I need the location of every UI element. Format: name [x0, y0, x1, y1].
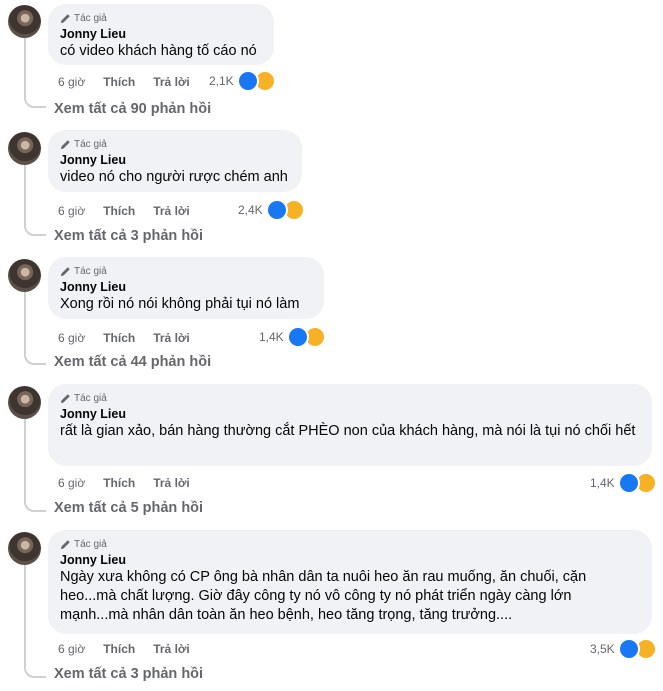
- reaction-summary[interactable]: 3,5K: [590, 638, 657, 660]
- timestamp[interactable]: 6 giờ: [58, 331, 85, 345]
- like-reaction-icon: [617, 472, 640, 494]
- reaction-summary[interactable]: 2,4K: [238, 199, 305, 221]
- thread-line: [24, 164, 26, 224]
- avatar[interactable]: [8, 532, 41, 565]
- thread-elbow: [24, 353, 46, 365]
- comment-bubble: Tác giả Jonny Lieu Ngày xưa không có CP …: [48, 530, 652, 634]
- comment-bubble: Tác giả Jonny Lieu video nó cho người rư…: [48, 130, 302, 192]
- reply-button[interactable]: Trả lời: [153, 331, 190, 345]
- avatar[interactable]: [8, 132, 41, 165]
- reply-button[interactable]: Trả lời: [153, 642, 190, 656]
- avatar[interactable]: [8, 5, 41, 38]
- timestamp[interactable]: 6 giờ: [58, 75, 85, 89]
- timestamp[interactable]: 6 giờ: [58, 642, 85, 656]
- pencil-icon: [60, 266, 70, 276]
- pencil-icon: [60, 13, 70, 23]
- author-badge: Tác giả: [60, 537, 640, 551]
- avatar[interactable]: [8, 259, 41, 292]
- thread-elbow: [24, 500, 46, 512]
- pencil-icon: [60, 539, 70, 549]
- comment-actions: 6 giờ Thích Trả lời: [58, 476, 208, 490]
- see-all-replies-link[interactable]: Xem tất cả 44 phản hồi: [54, 354, 211, 370]
- author-name[interactable]: Jonny Lieu: [60, 406, 640, 422]
- reaction-count: 1,4K: [259, 330, 284, 344]
- see-all-replies-link[interactable]: Xem tất cả 3 phản hồi: [54, 228, 203, 244]
- thread-line: [24, 564, 26, 668]
- see-all-replies-link[interactable]: Xem tất cả 5 phản hồi: [54, 500, 203, 516]
- thread-elbow: [24, 96, 46, 108]
- author-name[interactable]: Jonny Lieu: [60, 26, 262, 42]
- comment-text: Ngày xưa không có CP ông bà nhân dân ta …: [60, 569, 587, 623]
- comment-text: Xong rồi nó nói không phải tụi nó làm: [60, 296, 300, 312]
- like-button[interactable]: Thích: [103, 642, 135, 656]
- comment-text: video nó cho người rược chém anh: [60, 169, 288, 185]
- reaction-count: 2,4K: [238, 203, 263, 217]
- comment-bubble: Tác giả Jonny Lieu có video khách hàng t…: [48, 4, 274, 65]
- comment-actions: 6 giờ Thích Trả lời: [58, 75, 208, 89]
- author-badge-label: Tác giả: [74, 12, 107, 24]
- thread-elbow: [24, 224, 46, 236]
- pencil-icon: [60, 393, 70, 403]
- reaction-summary[interactable]: 1,4K: [590, 472, 657, 494]
- author-badge: Tác giả: [60, 137, 290, 151]
- comment-actions: 6 giờ Thích Trả lời: [58, 331, 208, 345]
- reaction-count: 1,4K: [590, 476, 615, 490]
- reaction-summary[interactable]: 2,1K: [209, 70, 276, 92]
- author-name[interactable]: Jonny Lieu: [60, 279, 312, 295]
- avatar[interactable]: [8, 386, 41, 419]
- comment-bubble: Tác giả Jonny Lieu rất là gian xảo, bán …: [48, 384, 652, 466]
- reaction-summary[interactable]: 1,4K: [259, 326, 326, 348]
- pencil-icon: [60, 139, 70, 149]
- timestamp[interactable]: 6 giờ: [58, 204, 85, 218]
- like-button[interactable]: Thích: [103, 476, 135, 490]
- comment-actions: 6 giờ Thích Trả lời: [58, 642, 208, 656]
- like-button[interactable]: Thích: [103, 204, 135, 218]
- author-badge-label: Tác giả: [74, 392, 107, 404]
- thread-elbow: [24, 666, 46, 678]
- author-badge: Tác giả: [60, 391, 640, 405]
- like-reaction-icon: [265, 199, 288, 221]
- like-reaction-icon: [617, 638, 640, 660]
- author-name[interactable]: Jonny Lieu: [60, 152, 290, 168]
- author-name[interactable]: Jonny Lieu: [60, 552, 640, 568]
- author-badge: Tác giả: [60, 11, 262, 25]
- thread-line: [24, 418, 26, 500]
- author-badge: Tác giả: [60, 264, 312, 278]
- timestamp[interactable]: 6 giờ: [58, 476, 85, 490]
- author-badge-label: Tác giả: [74, 538, 107, 550]
- like-button[interactable]: Thích: [103, 75, 135, 89]
- comment-bubble: Tác giả Jonny Lieu Xong rồi nó nói không…: [48, 257, 324, 319]
- comment-text: rất là gian xảo, bán hàng thường cắt PHÈ…: [60, 423, 636, 439]
- see-all-replies-link[interactable]: Xem tất cả 3 phản hồi: [54, 666, 203, 682]
- reaction-count: 3,5K: [590, 642, 615, 656]
- comment-text: có video khách hàng tố cáo nó: [60, 43, 257, 59]
- see-all-replies-link[interactable]: Xem tất cả 90 phản hồi: [54, 101, 211, 117]
- comment-actions: 6 giờ Thích Trả lời: [58, 204, 208, 218]
- reply-button[interactable]: Trả lời: [153, 75, 190, 89]
- thread-line: [24, 291, 26, 353]
- thread-line: [24, 38, 26, 96]
- reaction-count: 2,1K: [209, 74, 234, 88]
- like-button[interactable]: Thích: [103, 331, 135, 345]
- like-reaction-icon: [286, 326, 309, 348]
- like-reaction-icon: [236, 70, 259, 92]
- author-badge-label: Tác giả: [74, 138, 107, 150]
- reply-button[interactable]: Trả lời: [153, 476, 190, 490]
- author-badge-label: Tác giả: [74, 265, 107, 277]
- reply-button[interactable]: Trả lời: [153, 204, 190, 218]
